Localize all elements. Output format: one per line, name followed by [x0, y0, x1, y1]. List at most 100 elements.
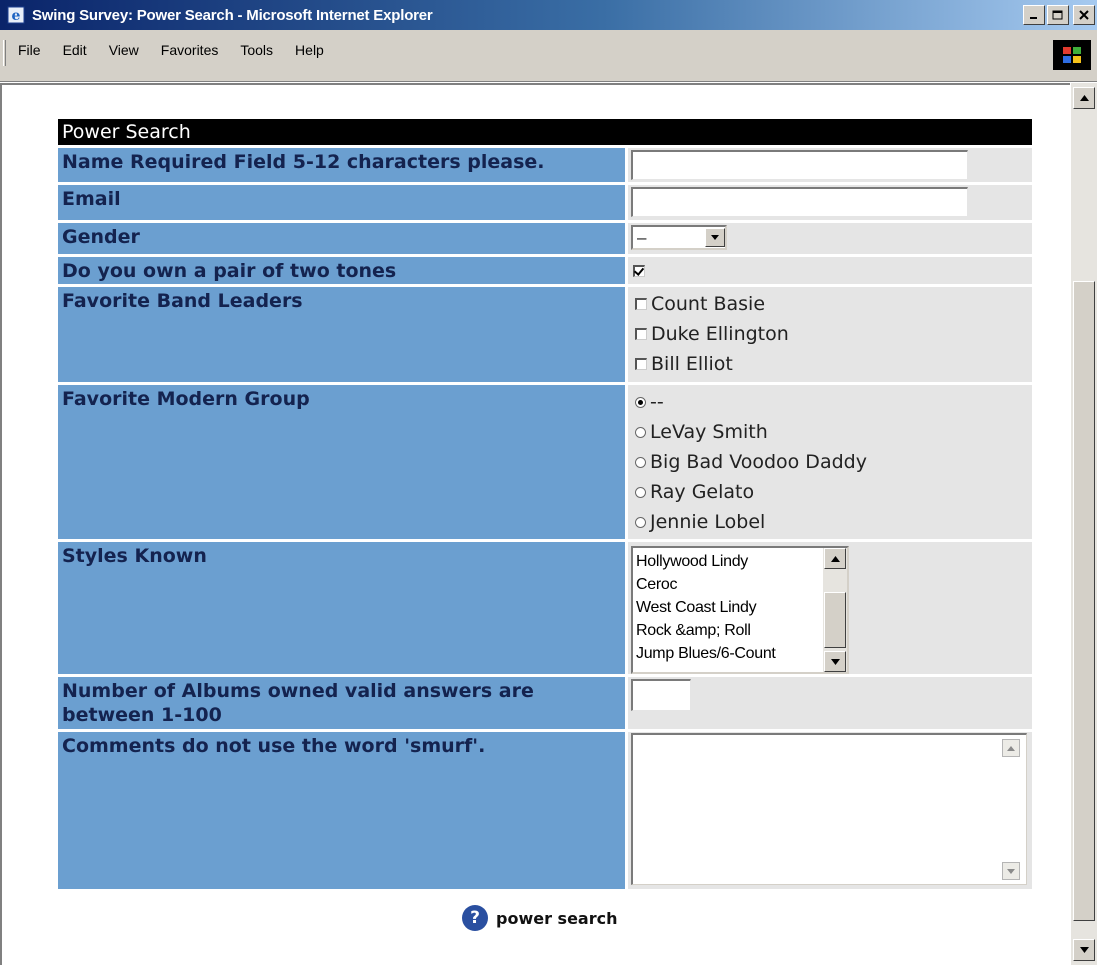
modern-group-option-label: -- — [650, 391, 664, 413]
comments-label: Comments do not use the word 'smurf'. — [58, 732, 628, 889]
name-input[interactable] — [631, 150, 968, 180]
band-leader-option[interactable]: Duke Ellington — [631, 319, 1029, 349]
close-button[interactable] — [1073, 5, 1095, 25]
band-leader-label: Bill Elliot — [651, 353, 733, 375]
modern-group-option-label: Big Bad Voodoo Daddy — [650, 451, 867, 473]
modern-group-option[interactable]: Ray Gelato — [631, 477, 1029, 507]
page-scroll-thumb[interactable] — [1073, 281, 1095, 921]
power-search-button[interactable]: ? power search — [462, 905, 617, 931]
styles-option[interactable]: West Coast Lindy — [636, 596, 824, 619]
styles-cell: Hollywood Lindy Ceroc West Coast Lindy R… — [628, 542, 1032, 674]
modern-group-option-label: LeVay Smith — [650, 421, 768, 443]
scroll-up-icon[interactable] — [1073, 87, 1095, 109]
albums-cell — [628, 677, 1032, 729]
scroll-down-icon[interactable] — [1073, 939, 1095, 961]
styles-scrollbar[interactable] — [823, 548, 847, 672]
comments-scrollbar[interactable] — [1002, 739, 1022, 880]
styles-option[interactable]: Ceroc — [636, 573, 824, 596]
band-leader-option[interactable]: Bill Elliot — [631, 349, 1029, 379]
styles-scroll-thumb[interactable] — [824, 592, 846, 648]
email-input[interactable] — [631, 187, 968, 217]
menu-bar: File Edit View Favorites Tools Help — [0, 30, 1097, 82]
name-cell — [628, 148, 1032, 182]
albums-input[interactable] — [631, 679, 691, 711]
menu-edit[interactable]: Edit — [63, 42, 87, 58]
power-search-label[interactable]: power search — [496, 909, 617, 928]
modern-group-radio[interactable] — [635, 426, 646, 438]
twotones-checkbox[interactable] — [633, 265, 645, 277]
modern-group-option[interactable]: Jennie Lobel — [631, 507, 1029, 537]
band-leader-checkbox[interactable] — [635, 298, 647, 310]
modern-group-radio[interactable] — [635, 516, 646, 528]
twotones-option[interactable] — [631, 259, 1029, 283]
scroll-up-icon[interactable] — [824, 548, 846, 569]
styles-options: Hollywood Lindy Ceroc West Coast Lindy R… — [636, 550, 824, 665]
modern-group-option-label: Ray Gelato — [650, 481, 755, 503]
styles-option[interactable]: Jump Blues/6-Count — [636, 642, 824, 665]
modern-group-row: Favorite Modern Group -- LeVay Smith Big… — [58, 382, 1032, 539]
modern-group-radio[interactable] — [635, 456, 646, 468]
power-search-form: Power Search Name Required Field 5-12 ch… — [58, 119, 1032, 889]
band-leader-label: Count Basie — [651, 293, 766, 315]
windows-logo-icon — [1053, 40, 1091, 70]
twotones-cell — [628, 257, 1032, 284]
question-circle-icon[interactable]: ? — [462, 905, 488, 931]
band-leaders-cell: Count Basie Duke Ellington Bill Elliot — [628, 287, 1032, 382]
styles-row: Styles Known Hollywood Lindy Ceroc West … — [58, 539, 1032, 674]
menu-file[interactable]: File — [18, 42, 41, 58]
gender-select[interactable]: – — [631, 225, 727, 250]
menu-view[interactable]: View — [109, 42, 139, 58]
albums-label: Number of Albums owned valid answers are… — [58, 677, 628, 729]
gender-cell: – — [628, 223, 1032, 254]
menu-help[interactable]: Help — [295, 42, 324, 58]
comments-cell — [628, 732, 1032, 889]
modern-group-option[interactable]: LeVay Smith — [631, 417, 1029, 447]
comments-row: Comments do not use the word 'smurf'. — [58, 729, 1032, 889]
gender-label: Gender — [58, 223, 628, 254]
band-leaders-label: Favorite Band Leaders — [58, 287, 628, 382]
modern-group-option[interactable]: Big Bad Voodoo Daddy — [631, 447, 1029, 477]
scroll-down-icon[interactable] — [1002, 862, 1020, 880]
styles-label: Styles Known — [58, 542, 628, 674]
minimize-button[interactable] — [1023, 5, 1045, 25]
window-title: Swing Survey: Power Search - Microsoft I… — [32, 6, 433, 24]
menu-grip[interactable] — [3, 40, 6, 66]
email-label: Email — [58, 185, 628, 220]
title-bar[interactable]: e Swing Survey: Power Search - Microsoft… — [0, 0, 1097, 30]
band-leaders-row: Favorite Band Leaders Count Basie Duke E… — [58, 284, 1032, 382]
name-label: Name Required Field 5-12 characters plea… — [58, 148, 628, 182]
ie-logo-icon: e — [6, 5, 26, 25]
page-scrollbar[interactable] — [1070, 83, 1097, 965]
twotones-row: Do you own a pair of two tones — [58, 254, 1032, 284]
styles-option[interactable]: Hollywood Lindy — [636, 550, 824, 573]
modern-group-radio[interactable] — [635, 396, 646, 408]
page-viewport: Power Search Name Required Field 5-12 ch… — [0, 83, 1070, 965]
menu-tools[interactable]: Tools — [240, 42, 273, 58]
menu-favorites[interactable]: Favorites — [161, 42, 219, 58]
albums-row: Number of Albums owned valid answers are… — [58, 674, 1032, 729]
maximize-button[interactable] — [1047, 5, 1069, 25]
svg-text:e: e — [12, 8, 21, 24]
styles-listbox[interactable]: Hollywood Lindy Ceroc West Coast Lindy R… — [631, 546, 849, 674]
comments-textarea[interactable] — [631, 733, 1027, 885]
window-controls — [1023, 5, 1095, 25]
modern-group-option[interactable]: -- — [631, 387, 1029, 417]
form-title: Power Search — [58, 119, 1032, 145]
menu-items: File Edit View Favorites Tools Help — [18, 42, 324, 58]
email-row: Email — [58, 182, 1032, 220]
scroll-up-icon[interactable] — [1002, 739, 1020, 757]
gender-row: Gender – — [58, 220, 1032, 254]
band-leader-label: Duke Ellington — [651, 323, 789, 345]
chevron-down-icon[interactable] — [705, 228, 725, 247]
band-leader-checkbox[interactable] — [635, 358, 647, 370]
gender-selected-value: – — [637, 227, 647, 247]
modern-group-option-label: Jennie Lobel — [650, 511, 766, 533]
band-leader-option[interactable]: Count Basie — [631, 289, 1029, 319]
styles-option[interactable]: Rock &amp; Roll — [636, 619, 824, 642]
band-leader-checkbox[interactable] — [635, 328, 647, 340]
scroll-down-icon[interactable] — [824, 651, 846, 672]
name-row: Name Required Field 5-12 characters plea… — [58, 145, 1032, 182]
twotones-label: Do you own a pair of two tones — [58, 257, 628, 284]
modern-group-cell: -- LeVay Smith Big Bad Voodoo Daddy Ray … — [628, 385, 1032, 539]
modern-group-radio[interactable] — [635, 486, 646, 498]
